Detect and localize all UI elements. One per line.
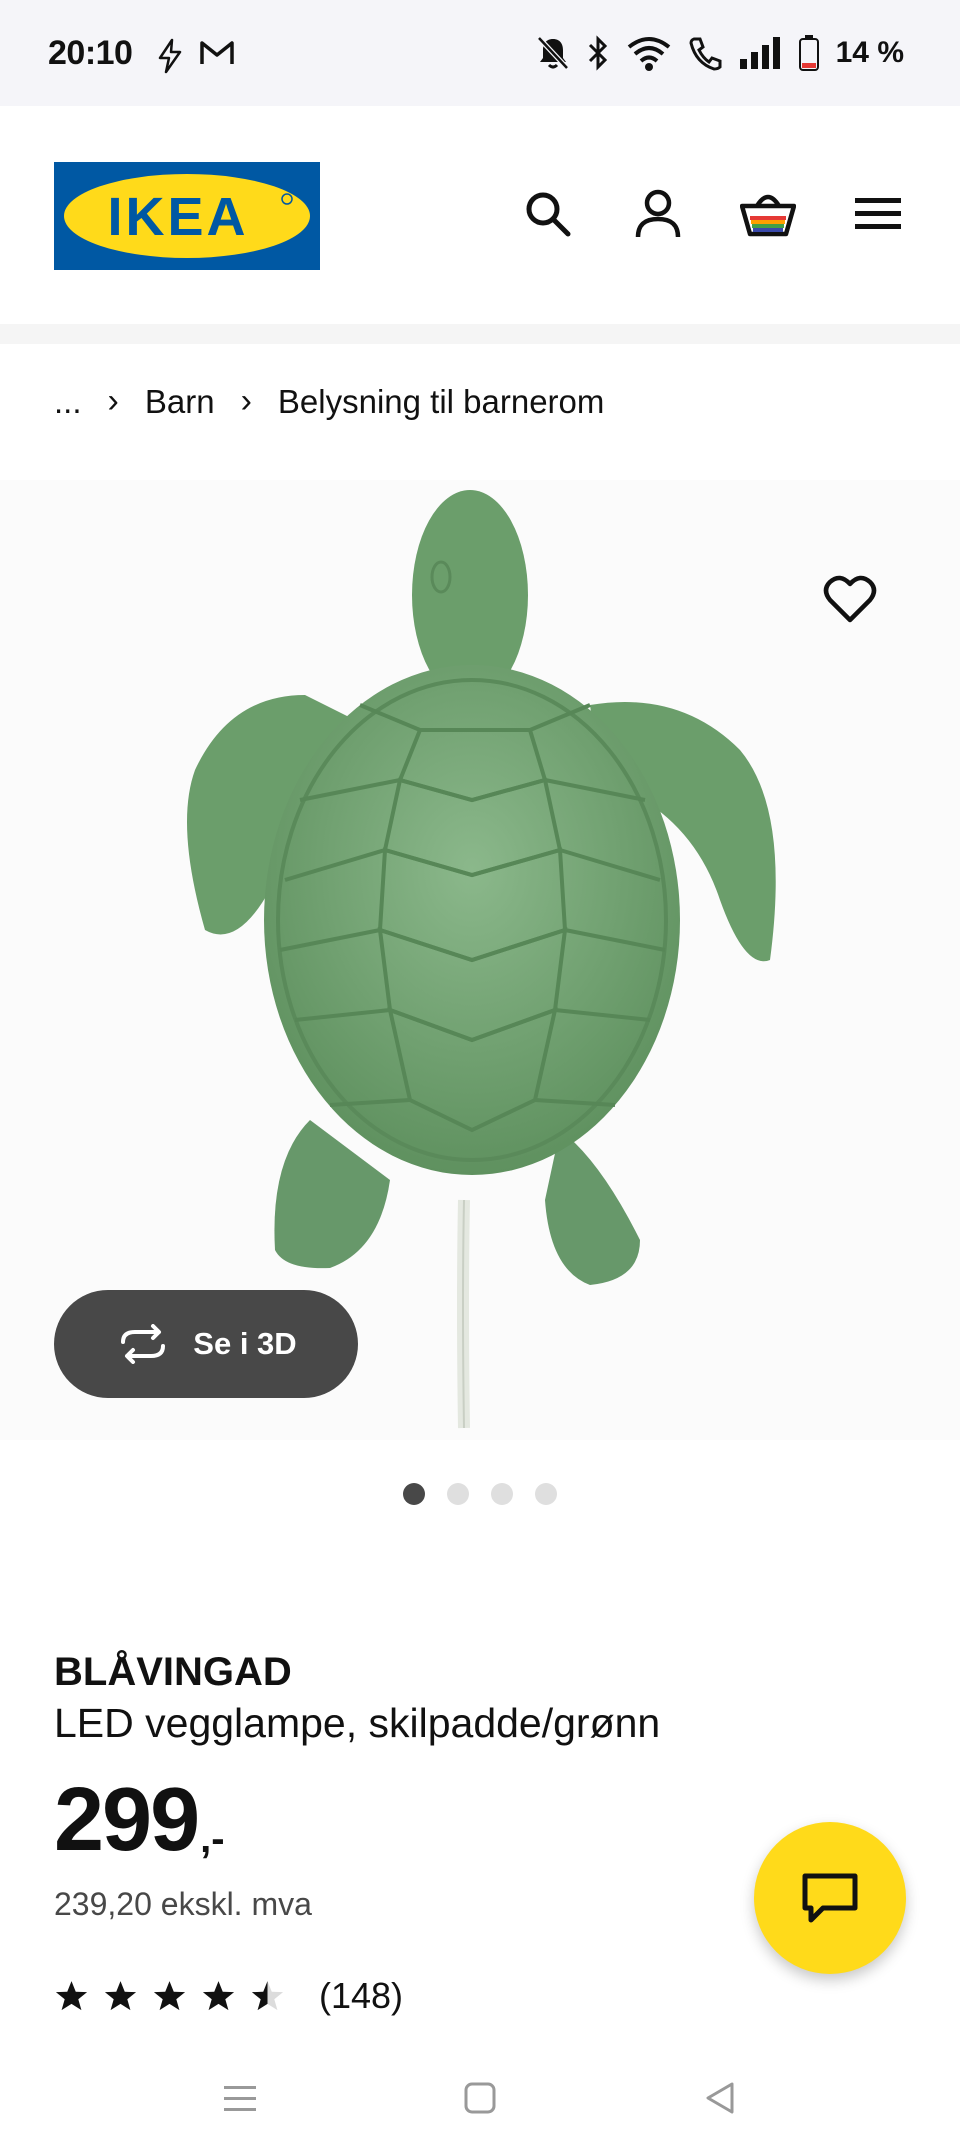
product-price: 299 ,- (54, 1775, 225, 1865)
star-icon (202, 1981, 235, 2011)
svg-text:IKEA: IKEA (107, 187, 248, 247)
pagination-dot[interactable] (535, 1483, 557, 1505)
lightning-icon (158, 38, 182, 74)
pagination-dot[interactable] (403, 1483, 425, 1505)
call-icon (689, 37, 722, 71)
search-icon (526, 192, 571, 237)
menu-button[interactable] (850, 186, 906, 242)
image-pagination (0, 1483, 960, 1505)
gmail-icon (200, 41, 234, 64)
price-excl-vat: 239,20 ekskl. mva (54, 1886, 312, 1922)
system-nav-bar (0, 2050, 960, 2146)
half-star-icon (251, 1981, 284, 2011)
account-icon (635, 189, 681, 238)
breadcrumb: ... › Barn › Belysning til barnerom (54, 382, 604, 421)
battery-percentage: 14 % (835, 36, 904, 69)
account-button[interactable] (630, 186, 686, 242)
rotate-3d-icon (121, 1324, 166, 1364)
review-count: (148) (319, 1975, 404, 2016)
mute-icon (536, 36, 569, 70)
price-main: 299 (54, 1770, 200, 1870)
product-rating[interactable]: (148) (54, 1975, 403, 2017)
view-3d-button[interactable]: Se i 3D (54, 1290, 358, 1398)
signal-icon (739, 37, 780, 69)
price-suffix: ,- (200, 1817, 225, 1861)
bluetooth-icon (588, 35, 607, 71)
cart-button[interactable] (740, 186, 796, 242)
view-3d-label: Se i 3D (193, 1326, 297, 1361)
breadcrumb-item-belysning[interactable]: Belysning til barnerom (278, 383, 605, 421)
breadcrumb-ellipsis[interactable]: ... (54, 383, 82, 421)
product-description: LED vegglampe, skilpadde/grønn (54, 1700, 661, 1746)
chat-icon (802, 1873, 858, 1923)
rating-stars (54, 1979, 285, 2013)
chevron-right-icon: › (107, 382, 119, 420)
wifi-icon (627, 37, 670, 71)
home-icon[interactable] (460, 2078, 500, 2118)
status-bar: 20:10 14 % (0, 0, 960, 106)
ikea-logo[interactable]: IKEA (54, 162, 320, 270)
search-button[interactable] (520, 186, 576, 242)
pagination-dot[interactable] (491, 1483, 513, 1505)
product-name: BLÅVINGAD (54, 1650, 292, 1694)
status-time: 20:10 (48, 34, 133, 72)
favorite-heart-icon[interactable] (822, 570, 878, 626)
star-icon (55, 1981, 88, 2011)
pagination-dot[interactable] (447, 1483, 469, 1505)
breadcrumb-item-barn[interactable]: Barn (145, 383, 215, 421)
header: IKEA (0, 106, 960, 324)
battery-icon (798, 35, 819, 71)
back-icon[interactable] (700, 2078, 740, 2118)
header-divider (0, 324, 960, 344)
star-icon (153, 1981, 186, 2011)
cart-icon (740, 194, 796, 237)
recent-apps-icon[interactable] (220, 2078, 260, 2118)
star-icon (104, 1981, 137, 2011)
chat-button[interactable] (754, 1822, 906, 1974)
menu-icon (855, 198, 901, 229)
chevron-right-icon: › (240, 382, 252, 420)
